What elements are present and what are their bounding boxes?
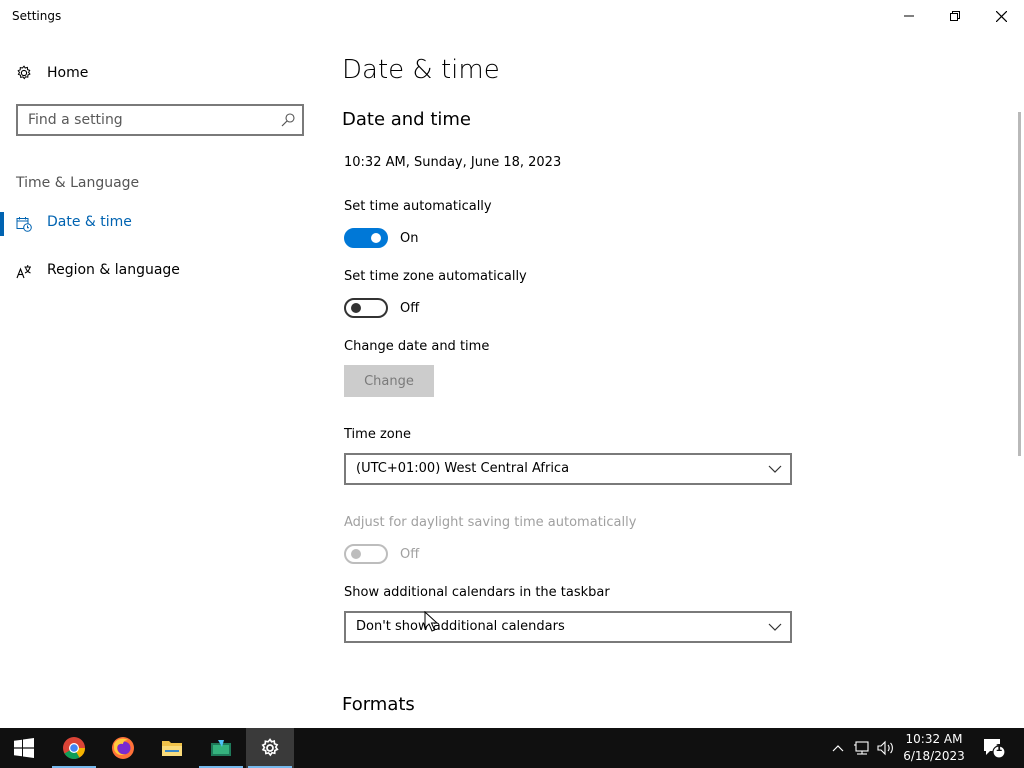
nav-home-label: Home xyxy=(47,65,89,81)
settings-window: Settings Home Time & Language xyxy=(0,0,1024,728)
toggle-knob xyxy=(351,549,361,559)
start-icon xyxy=(14,738,34,758)
taskbar-chrome[interactable] xyxy=(50,728,98,768)
search-input[interactable] xyxy=(28,111,268,129)
time-zone-dropdown[interactable]: (UTC+01:00) West Central Africa xyxy=(344,453,792,485)
nav-home[interactable]: Home xyxy=(16,62,88,84)
taskbar: 10:32 AM 6/18/2023 1 xyxy=(0,728,1024,768)
start-button[interactable] xyxy=(0,728,48,768)
nav-section-title: Time & Language xyxy=(16,175,140,191)
active-indicator xyxy=(0,212,4,236)
set-timezone-auto-label: Set time zone automatically xyxy=(344,269,527,284)
search-box[interactable] xyxy=(16,104,304,136)
firefox-icon xyxy=(112,737,134,759)
toggle-knob xyxy=(351,303,361,313)
taskbar-file-explorer[interactable] xyxy=(148,728,196,768)
sidebar-item-region-language[interactable]: Region & language xyxy=(0,258,320,286)
set-time-auto-toggle[interactable] xyxy=(344,228,388,248)
taskbar-app[interactable] xyxy=(197,728,245,768)
change-date-time-label: Change date and time xyxy=(344,339,490,354)
notification-count: 1 xyxy=(995,743,1003,754)
set-timezone-auto-state: Off xyxy=(400,300,420,316)
time-zone-value: (UTC+01:00) West Central Africa xyxy=(356,461,570,476)
dst-toggle[interactable] xyxy=(344,544,388,564)
toggle-knob xyxy=(371,233,381,243)
title-bar: Settings xyxy=(0,0,1024,32)
minimize-button[interactable] xyxy=(886,0,932,32)
sidebar-item-label: Date & time xyxy=(47,214,132,230)
restore-icon xyxy=(950,11,960,21)
app-icon xyxy=(211,740,231,756)
volume-icon xyxy=(877,740,893,756)
minimize-icon xyxy=(904,15,914,17)
chrome-icon xyxy=(63,737,85,759)
time-zone-label: Time zone xyxy=(344,427,411,442)
language-icon xyxy=(16,265,31,279)
calendar-clock-icon xyxy=(16,217,32,232)
search-icon xyxy=(281,113,295,127)
section-title-formats: Formats xyxy=(342,694,415,715)
taskbar-firefox[interactable] xyxy=(99,728,147,768)
page-title: Date & time xyxy=(342,55,500,85)
close-icon xyxy=(995,10,1007,22)
volume-tray-button[interactable] xyxy=(875,728,897,768)
set-time-auto-row: On xyxy=(344,228,418,248)
additional-calendars-label: Show additional calendars in the taskbar xyxy=(344,585,610,600)
clock-date: 6/18/2023 xyxy=(903,749,965,763)
mouse-cursor-icon xyxy=(424,611,438,632)
additional-calendars-dropdown[interactable]: Don't show additional calendars xyxy=(344,611,792,643)
taskbar-settings[interactable] xyxy=(246,728,294,768)
section-title-date-and-time: Date and time xyxy=(342,109,471,130)
sidebar-item-date-time[interactable]: Date & time xyxy=(0,210,320,238)
set-timezone-auto-toggle[interactable] xyxy=(344,298,388,318)
dst-state: Off xyxy=(400,546,420,562)
window-title: Settings xyxy=(12,9,62,23)
change-button[interactable]: Change xyxy=(344,365,434,397)
chevron-down-icon xyxy=(768,465,782,473)
settings-icon xyxy=(261,738,279,757)
network-icon xyxy=(854,741,869,755)
chevron-up-icon xyxy=(832,745,844,752)
taskbar-clock[interactable]: 10:32 AM 6/18/2023 xyxy=(898,731,970,765)
chevron-down-icon xyxy=(768,623,782,631)
dst-label: Adjust for daylight saving time automati… xyxy=(344,515,637,530)
gear-icon xyxy=(17,65,31,80)
additional-calendars-value: Don't show additional calendars xyxy=(356,619,565,634)
dst-row: Off xyxy=(344,544,419,564)
set-time-auto-state: On xyxy=(400,230,419,246)
sidebar-item-label: Region & language xyxy=(47,262,180,278)
file-explorer-icon xyxy=(162,741,182,756)
scrollbar[interactable] xyxy=(1018,112,1021,456)
set-timezone-auto-row: Off xyxy=(344,298,419,318)
restore-button[interactable] xyxy=(932,0,978,32)
close-button[interactable] xyxy=(978,0,1024,32)
current-date-time: 10:32 AM, Sunday, June 18, 2023 xyxy=(344,155,562,170)
network-tray-button[interactable] xyxy=(851,728,873,768)
set-time-auto-label: Set time automatically xyxy=(344,199,492,214)
action-center-button[interactable]: 1 xyxy=(980,728,1008,768)
show-hidden-icons-button[interactable] xyxy=(828,728,848,768)
clock-time: 10:32 AM xyxy=(905,732,963,746)
